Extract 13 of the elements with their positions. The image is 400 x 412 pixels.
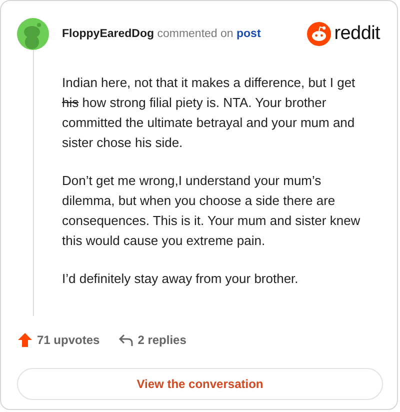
- comment-paragraph: Indian here, not that it makes a difference, but I get his how strong filial piety is. NTA. Your brother committed the ultimate betrayal and your mum and sister chose his side.: [62, 74, 356, 152]
- upvote-icon[interactable]: [17, 332, 33, 348]
- upvote-count: 71 upvotes: [37, 333, 100, 347]
- brand-name: reddit: [334, 23, 380, 45]
- reply-icon: [118, 332, 134, 348]
- comment-paragraph: I’d definitely stay away from your brother.: [62, 270, 300, 288]
- comment-paragraph: Don’t get me wrong,I understand your mum’s dilemma, but when you choose a side there are consequences. This is it. Your mum and sister knew this would cause you extreme pain.: [62, 172, 362, 250]
- reply-count: 2 replies: [138, 333, 186, 347]
- post-link[interactable]: post: [236, 28, 261, 40]
- reddit-logo-icon: [307, 22, 332, 46]
- avatar-icon: [17, 18, 49, 50]
- view-conversation-button[interactable]: View the conversation: [17, 368, 383, 400]
- comment-byline: FloppyEaredDog commented on post: [62, 28, 261, 40]
